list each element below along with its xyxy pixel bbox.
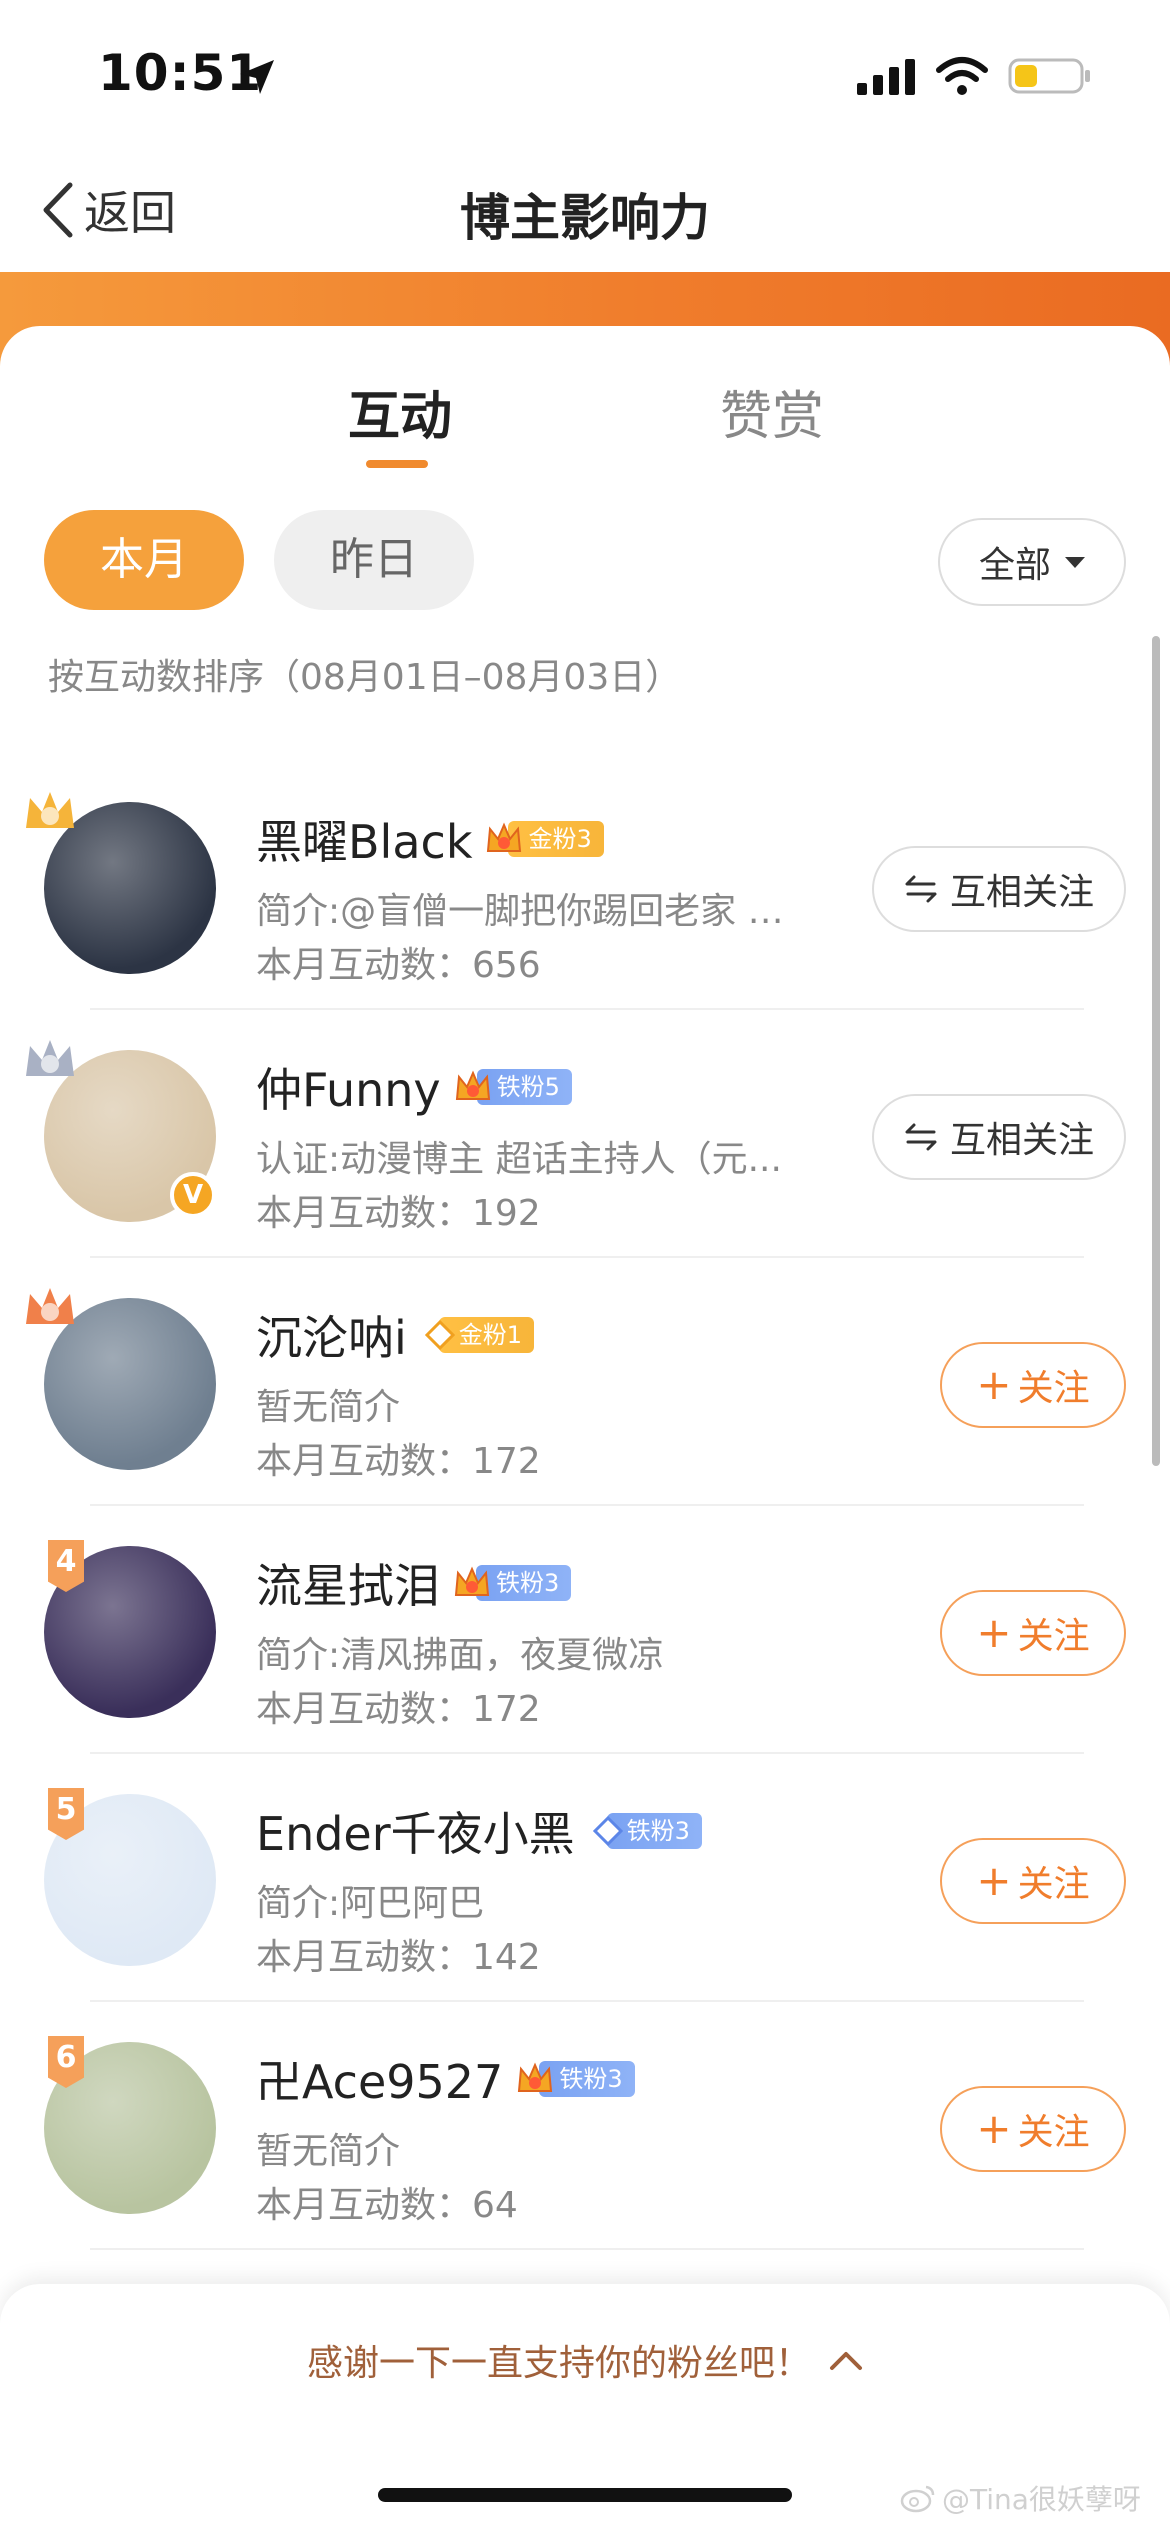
home-indicator	[378, 2488, 792, 2502]
thank-fans-text: 感谢一下一直支持你的粉丝吧！	[306, 2343, 811, 2384]
location-arrow-icon	[240, 60, 274, 94]
fan-name[interactable]: 仲Funny	[256, 1054, 441, 1120]
fan-crown-icon	[454, 1566, 490, 1596]
fan-bio: 认证:动漫博主 超话主持人（元...	[256, 1139, 782, 1180]
fan-name-row: 仲Funny 铁粉5	[256, 1054, 572, 1120]
cellular-signal-icon	[857, 59, 915, 95]
interaction-count: 本月互动数：172	[256, 1441, 541, 1482]
fan-name[interactable]: 黑曜Black	[256, 806, 472, 872]
chevron-up-icon	[830, 2352, 862, 2370]
watermark: @Tina很妖孽呀	[900, 2478, 1141, 2518]
sort-caption: 按互动数排序（08月01日–08月03日）	[48, 657, 682, 698]
wifi-icon	[936, 57, 988, 95]
mutual-follow-button[interactable]: 互相关注	[872, 846, 1126, 932]
rank-number: 5	[55, 1792, 77, 1827]
fan-bio: 暂无简介	[256, 2131, 401, 2172]
follow-button[interactable]: + 关注	[940, 1342, 1126, 1428]
follow-button[interactable]: + 关注	[940, 2086, 1126, 2172]
caret-down-icon	[1065, 556, 1085, 568]
fan-bio: 暂无简介	[256, 1387, 401, 1428]
fan-name-row: 沉沦呐i 金粉1	[256, 1302, 535, 1368]
plus-icon: +	[976, 1608, 1012, 1657]
weibo-icon	[900, 2485, 935, 2513]
ranking-card: 互动 赞赏 本月 昨日 全部 按互动数排序（08月01日–08月03日） 黑曜B…	[0, 326, 1170, 2532]
interaction-count: 本月互动数：192	[256, 1193, 541, 1234]
fan-level-badge[interactable]: 金粉1	[419, 1315, 535, 1355]
battery-icon	[1008, 58, 1090, 94]
rank-tag: 4	[48, 1540, 84, 1592]
interaction-count: 本月互动数：172	[256, 1689, 541, 1730]
tab-interaction[interactable]: 互动	[348, 374, 452, 449]
interaction-count: 本月互动数：142	[256, 1937, 541, 1978]
fan-level-badge[interactable]: 铁粉3	[587, 1811, 702, 1851]
plus-icon: +	[976, 1856, 1012, 1905]
verified-icon: V	[170, 1172, 216, 1218]
thank-fans-button[interactable]: 感谢一下一直支持你的粉丝吧！	[0, 2334, 1170, 2386]
tab-active-indicator	[366, 460, 428, 468]
scrollbar[interactable]	[1152, 636, 1160, 1466]
rank-crown-icon	[26, 792, 74, 828]
follow-label: 关注	[1017, 1368, 1090, 1409]
follow-button[interactable]: + 关注	[940, 1590, 1126, 1676]
page-title: 博主影响力	[460, 189, 710, 247]
fan-level-badge[interactable]: 铁粉3	[452, 1563, 572, 1603]
nav-bar: 返回 博主影响力	[0, 150, 1170, 272]
fan-row[interactable]: 黑曜Black 金粉3 简介:@盲僧一脚把你踢回老家 你... 本月互动数：656 互相…	[0, 762, 1170, 1010]
tab-reward[interactable]: 赞赏	[720, 374, 824, 449]
rank-number: 6	[55, 2040, 77, 2075]
status-bar: 10:51	[0, 0, 1170, 150]
rank-crown-icon	[26, 1288, 74, 1324]
rank-crown-icon	[26, 1040, 74, 1076]
fan-name-row: 卍Ace9527 铁粉3	[256, 2046, 635, 2112]
fan-name[interactable]: 流星拭泪	[256, 1550, 440, 1616]
fan-crown-icon	[455, 1070, 490, 1100]
fan-level-badge[interactable]: 铁粉3	[515, 2059, 635, 2099]
fan-name-row: 黑曜Black 金粉3	[256, 806, 604, 872]
filter-label: 全部	[978, 545, 1051, 586]
fan-crown-icon	[487, 822, 522, 852]
mutual-follow-label: 互相关注	[949, 1120, 1094, 1161]
fan-row[interactable]: 4 流星拭泪 铁粉3 简介:清风拂面，夜夏微凉 本月互动数：172 + 关注	[0, 1506, 1170, 1754]
mutual-follow-button[interactable]: 互相关注	[872, 1094, 1126, 1180]
diamond-icon	[424, 1320, 455, 1350]
plus-icon: +	[976, 2104, 1012, 2153]
fan-bio: 简介:阿巴阿巴	[256, 1883, 485, 1924]
fan-row[interactable]: V 仲Funny 铁粉5 认证:动漫博主 超话主持人（元... 本月互动数：192 互相关…	[0, 1010, 1170, 1258]
segment-yesterday[interactable]: 昨日	[274, 510, 474, 610]
swap-arrows-icon	[905, 875, 937, 903]
fan-name[interactable]: 沉沦呐i	[256, 1302, 407, 1368]
interaction-count: 本月互动数：656	[256, 945, 541, 986]
fan-bio: 简介:清风拂面，夜夏微凉	[256, 1635, 665, 1676]
rank-number: 4	[55, 1544, 77, 1579]
rank-tag: 5	[48, 1788, 84, 1840]
fan-bio: 简介:@盲僧一脚把你踢回老家 你...	[256, 891, 816, 932]
fan-name[interactable]: 卍Ace9527	[256, 2046, 503, 2112]
fan-row[interactable]: 沉沦呐i 金粉1 暂无简介本月互动数：172 + 关注	[0, 1258, 1170, 1506]
fan-level-badge[interactable]: 金粉3	[484, 819, 604, 859]
fan-name-row: Ender千夜小黑 铁粉3	[256, 1798, 702, 1864]
segment-this-month[interactable]: 本月	[44, 510, 244, 610]
plus-icon: +	[976, 1360, 1012, 1409]
follow-button[interactable]: + 关注	[940, 1838, 1126, 1924]
diamond-icon	[592, 1816, 623, 1846]
fan-level-badge[interactable]: 铁粉5	[453, 1067, 572, 1107]
rank-tag: 6	[48, 2036, 84, 2088]
fan-row[interactable]: 6 卍Ace9527 铁粉3 暂无简介本月互动数：64 + 关注	[0, 2002, 1170, 2250]
follow-label: 关注	[1017, 1864, 1090, 1905]
mutual-follow-label: 互相关注	[949, 872, 1094, 913]
follow-label: 关注	[1017, 1616, 1090, 1657]
interaction-count: 本月互动数：64	[256, 2185, 518, 2226]
fan-crown-icon	[518, 2062, 553, 2092]
filter-dropdown[interactable]: 全部	[938, 518, 1126, 606]
fan-row[interactable]: 5 Ender千夜小黑 铁粉3 简介:阿巴阿巴本月互动数：142 + 关注	[0, 1754, 1170, 2002]
fan-name-row: 流星拭泪 铁粉3	[256, 1550, 572, 1616]
fan-name[interactable]: Ender千夜小黑	[256, 1798, 575, 1864]
watermark-text: @Tina很妖孽呀	[942, 2483, 1141, 2516]
follow-label: 关注	[1017, 2112, 1090, 2153]
swap-arrows-icon	[905, 1123, 937, 1151]
